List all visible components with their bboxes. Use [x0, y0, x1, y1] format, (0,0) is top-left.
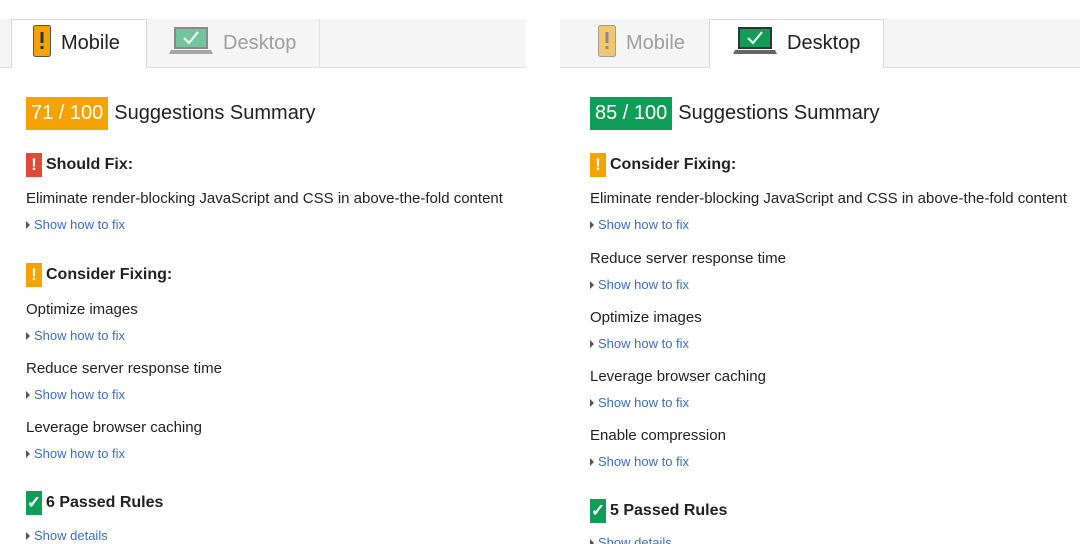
rule-title: Leverage browser caching: [26, 419, 202, 436]
summary-title: Suggestions Summary: [114, 102, 316, 124]
mobile-phone-icon: [33, 25, 51, 62]
link-label: Show details: [34, 528, 108, 543]
link-label: Show how to fix: [34, 387, 126, 402]
section-title: Consider Fixing:: [610, 156, 737, 173]
link-label: Show how to fix: [34, 217, 126, 232]
expand-arrow-icon: [26, 390, 30, 399]
expand-arrow-icon: [590, 457, 594, 466]
section-title: 5 Passed Rules: [610, 502, 728, 519]
section-title: Consider Fixing:: [46, 266, 173, 283]
link-label: Show how to fix: [598, 395, 690, 410]
passed-rules-header[interactable]: ✓ 6 Passed Rules: [26, 491, 163, 515]
warning-icon: !: [26, 153, 42, 177]
tab-label: Mobile: [626, 31, 685, 54]
show-how-to-fix-link[interactable]: Show how to fix: [26, 217, 125, 232]
section-title: Should Fix:: [46, 156, 134, 173]
expand-arrow-icon: [26, 220, 30, 229]
show-details-link[interactable]: Show details: [590, 535, 672, 544]
score-badge: 71 / 100: [26, 97, 109, 130]
link-label: Show how to fix: [34, 328, 126, 343]
expand-arrow-icon: [590, 220, 594, 229]
summary-title: Suggestions Summary: [678, 102, 880, 124]
rule-title: Reduce server response time: [590, 250, 786, 267]
desktop-report-panel: Mobile Desktop 85 / 100 Suggestions Summ…: [560, 0, 1080, 544]
tab-divider: [319, 19, 320, 67]
rule-title: Enable compression: [590, 427, 726, 444]
tab-label: Mobile: [61, 32, 120, 54]
tab-label: Desktop: [787, 32, 861, 54]
link-label: Show how to fix: [598, 454, 690, 469]
warning-icon: !: [26, 263, 42, 287]
score-summary: 85 / 100 Suggestions Summary: [590, 97, 880, 130]
passed-rules-header[interactable]: ✓ 5 Passed Rules: [590, 499, 727, 523]
tab-label: Desktop: [223, 31, 297, 54]
show-how-to-fix-link[interactable]: Show how to fix: [26, 446, 125, 461]
show-how-to-fix-link[interactable]: Show how to fix: [590, 454, 689, 469]
section-title: 6 Passed Rules: [46, 494, 164, 511]
tab-mobile[interactable]: Mobile: [11, 19, 147, 68]
link-label: Show how to fix: [598, 277, 690, 292]
rule-title: Optimize images: [590, 309, 702, 326]
link-label: Show how to fix: [598, 336, 690, 351]
show-how-to-fix-link[interactable]: Show how to fix: [26, 387, 125, 402]
warning-icon: !: [590, 153, 606, 177]
expand-arrow-icon: [590, 280, 594, 289]
show-how-to-fix-link[interactable]: Show how to fix: [26, 328, 125, 343]
expand-arrow-icon: [26, 449, 30, 458]
consider-fixing-header: ! Consider Fixing:: [590, 153, 736, 177]
link-label: Show details: [598, 535, 672, 544]
rule-title: Eliminate render-blocking JavaScript and…: [590, 190, 1067, 207]
score-badge: 85 / 100: [590, 97, 673, 130]
rule-title: Eliminate render-blocking JavaScript and…: [26, 190, 503, 207]
rule-title: Leverage browser caching: [590, 368, 766, 385]
consider-fixing-header: ! Consider Fixing:: [26, 263, 172, 287]
checkmark-icon: ✓: [590, 499, 606, 523]
tab-bar: Mobile Desktop: [560, 19, 1080, 68]
desktop-monitor-icon: [169, 26, 213, 61]
tab-bar: Mobile Desktop: [0, 19, 526, 68]
mobile-report-panel: Mobile Desktop 71 / 100 Suggestions Summ…: [0, 0, 526, 544]
expand-arrow-icon: [590, 398, 594, 407]
should-fix-header: ! Should Fix:: [26, 153, 133, 177]
link-label: Show how to fix: [598, 217, 690, 232]
show-how-to-fix-link[interactable]: Show how to fix: [590, 336, 689, 351]
checkmark-icon: ✓: [26, 491, 42, 515]
show-how-to-fix-link[interactable]: Show how to fix: [590, 217, 689, 232]
expand-arrow-icon: [26, 331, 30, 340]
show-details-link[interactable]: Show details: [26, 528, 108, 543]
rule-title: Reduce server response time: [26, 360, 222, 377]
show-how-to-fix-link[interactable]: Show how to fix: [590, 395, 689, 410]
rule-title: Optimize images: [26, 301, 138, 318]
score-summary: 71 / 100 Suggestions Summary: [26, 97, 316, 130]
desktop-monitor-icon: [733, 26, 777, 61]
tab-desktop[interactable]: Desktop: [709, 19, 884, 68]
expand-arrow-icon: [590, 538, 594, 544]
link-label: Show how to fix: [34, 446, 126, 461]
tab-mobile[interactable]: Mobile: [575, 19, 709, 67]
expand-arrow-icon: [26, 531, 30, 540]
show-how-to-fix-link[interactable]: Show how to fix: [590, 277, 689, 292]
mobile-phone-icon: [598, 24, 616, 62]
expand-arrow-icon: [590, 339, 594, 348]
tab-desktop[interactable]: Desktop: [147, 19, 319, 67]
